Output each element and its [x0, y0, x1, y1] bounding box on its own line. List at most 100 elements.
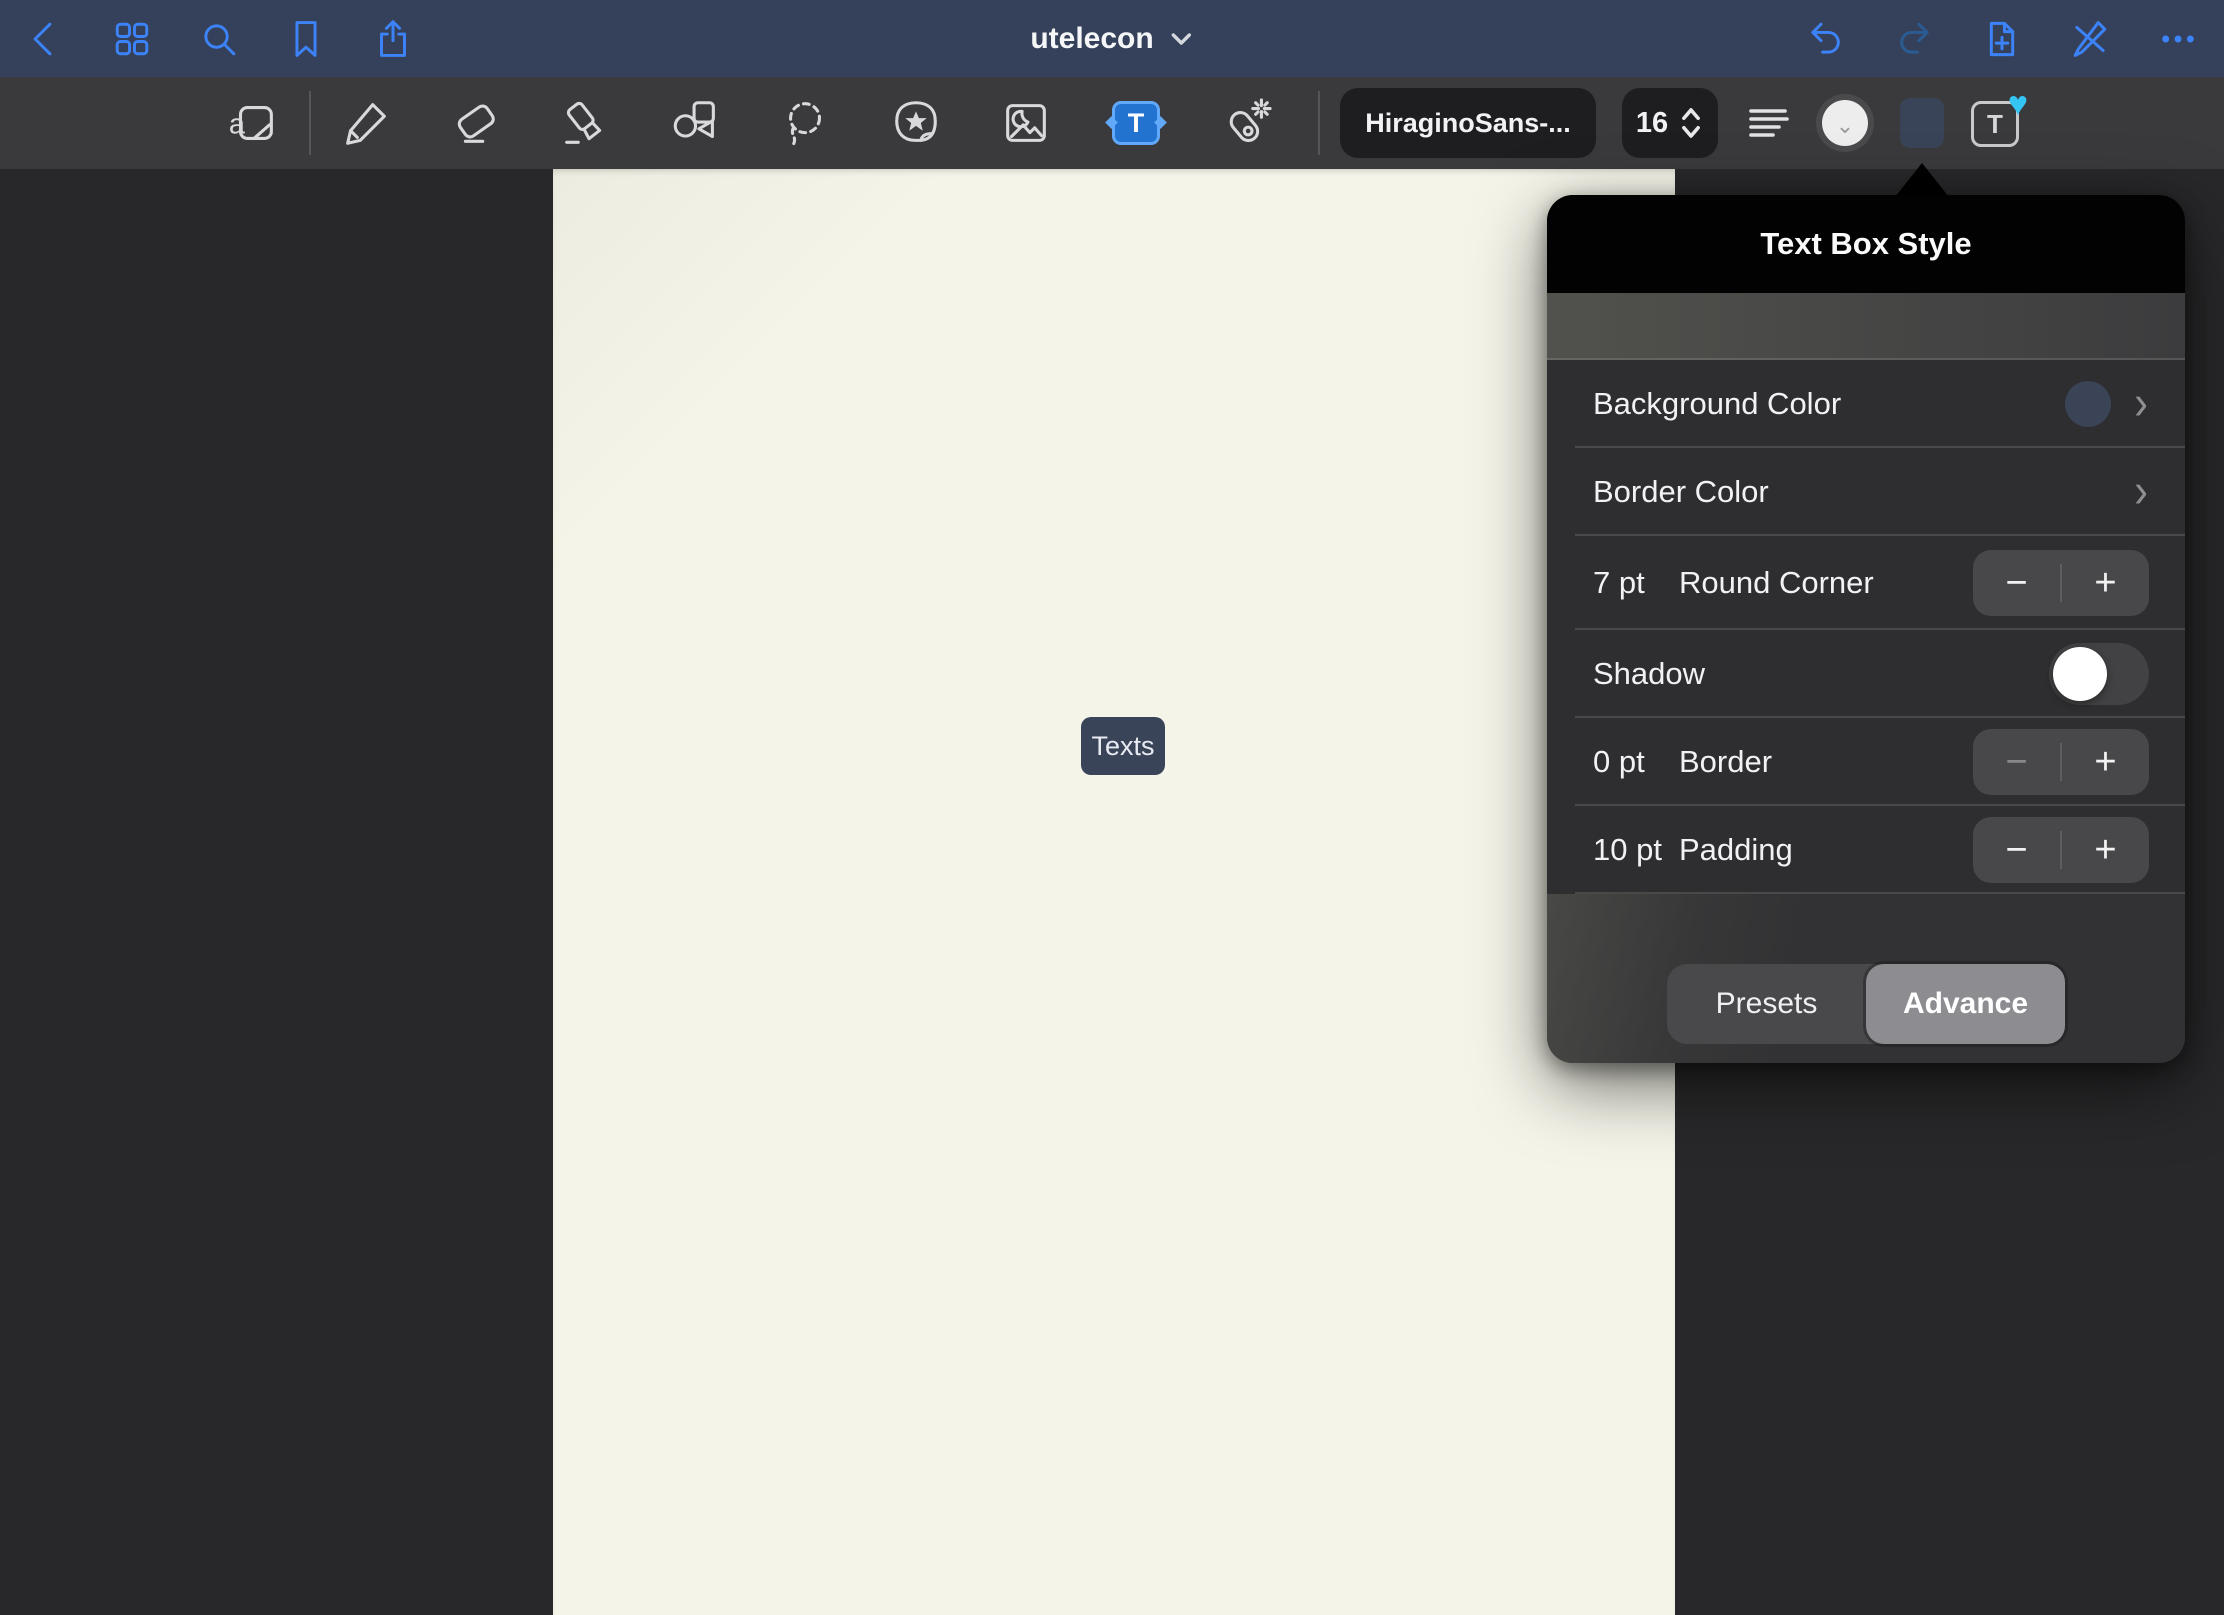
text-options-group: HiraginoSans-... 16 ⌄ T ♥	[1340, 77, 2022, 169]
back-button[interactable]	[22, 16, 68, 62]
lasso-tool-button[interactable]	[778, 93, 834, 153]
nav-right-group	[1803, 0, 2201, 77]
goodnotes-app: utelecon	[0, 0, 2224, 1615]
pen-tool-button[interactable]	[338, 93, 394, 153]
document-title-button[interactable]: utelecon	[1030, 0, 1193, 77]
font-color-swatch: ⌄	[1822, 100, 1868, 146]
image-tool-button[interactable]	[998, 93, 1054, 153]
more-options-button[interactable]	[2155, 16, 2201, 62]
back-chevron-icon	[22, 16, 68, 62]
textbox-style-button[interactable]: T ♥	[1970, 95, 2022, 151]
textbox-color-swatch-button[interactable]	[1900, 98, 1944, 148]
toggle-knob	[2053, 647, 2107, 701]
popover-header: Text Box Style	[1547, 195, 2185, 293]
row-padding: 10 pt Padding − +	[1547, 806, 2185, 894]
shapes-icon	[669, 96, 723, 150]
svg-text:a: a	[229, 109, 246, 141]
popover-footer: Presets Advance	[1547, 894, 2185, 1063]
eraser-icon	[449, 96, 503, 150]
advance-button[interactable]: Advance	[1866, 964, 2065, 1044]
notebook-page[interactable]	[553, 169, 1675, 1615]
pen-crossed-icon	[2067, 16, 2113, 62]
sticker-tool-button[interactable]	[888, 93, 944, 153]
grid-icon	[109, 16, 155, 62]
bookmark-button[interactable]	[283, 16, 329, 62]
lasso-icon	[779, 96, 833, 150]
presets-button[interactable]: Presets	[1667, 964, 1866, 1044]
eraser-tool-button[interactable]	[448, 93, 504, 153]
highlighter-icon	[559, 96, 613, 150]
share-button[interactable]	[370, 16, 416, 62]
tools-group: a	[226, 77, 1274, 169]
popover-arrow	[1895, 163, 1949, 197]
document-title: utelecon	[1030, 22, 1153, 56]
round-corner-label: Round Corner	[1679, 565, 1874, 601]
nav-left-group	[22, 0, 416, 77]
font-name-button[interactable]: HiraginoSans-...	[1340, 88, 1596, 158]
thumbnails-button[interactable]	[109, 16, 155, 62]
shadow-toggle[interactable]	[2049, 643, 2149, 705]
border-increase-button[interactable]: +	[2062, 729, 2149, 795]
chevron-right-icon: ›	[2134, 384, 2148, 424]
redo-icon	[1891, 16, 1937, 62]
background-color-label: Background Color	[1593, 386, 1841, 422]
border-width-stepper: − +	[1973, 729, 2149, 795]
border-width-label: Border	[1679, 744, 1772, 780]
chevron-right-icon: ›	[2134, 472, 2148, 512]
popover-title: Text Box Style	[1760, 226, 1971, 262]
padding-value: 10 pt	[1593, 832, 1679, 868]
bookmark-icon	[283, 16, 329, 62]
row-round-corner: 7 pt Round Corner − +	[1547, 536, 2185, 630]
chevron-down-icon	[1170, 29, 1194, 49]
text-tool-selected-box: T	[1112, 101, 1160, 145]
padding-decrease-button[interactable]: −	[1973, 817, 2060, 883]
highlighter-tool-button[interactable]	[558, 93, 614, 153]
share-icon	[370, 16, 416, 62]
editing-mode-button[interactable]: a	[226, 93, 282, 153]
selection-handle-icon	[1105, 116, 1118, 129]
editing-mode-icon: a	[227, 96, 281, 150]
text-align-button[interactable]	[1744, 100, 1790, 146]
padding-label: Padding	[1679, 832, 1793, 868]
round-corner-value: 7 pt	[1593, 565, 1679, 601]
row-background-color[interactable]: Background Color ›	[1547, 360, 2185, 448]
add-page-button[interactable]	[1979, 16, 2025, 62]
row-shadow: Shadow	[1547, 630, 2185, 718]
laser-pointer-button[interactable]	[1218, 93, 1274, 153]
toolbar-separator	[1318, 91, 1320, 155]
text-tool-icon: T	[1128, 108, 1145, 139]
nav-bar: utelecon	[0, 0, 2224, 77]
heart-icon: ♥	[2008, 87, 2028, 121]
popover-preview-band	[1547, 293, 2185, 360]
font-size-stepper[interactable]: 16	[1622, 88, 1718, 158]
up-down-chevrons-icon	[1678, 104, 1704, 142]
undo-button[interactable]	[1803, 16, 1849, 62]
border-color-label: Border Color	[1593, 474, 1769, 510]
round-corner-stepper: − +	[1973, 550, 2149, 616]
border-decrease-button[interactable]: −	[1973, 729, 2060, 795]
selection-handle-icon	[1154, 116, 1167, 129]
stop-editing-button[interactable]	[2067, 16, 2113, 62]
presets-advance-segmented: Presets Advance	[1667, 964, 2065, 1044]
align-left-icon	[1745, 101, 1789, 145]
round-corner-decrease-button[interactable]: −	[1973, 550, 2060, 616]
row-border-width: 0 pt Border − +	[1547, 718, 2185, 806]
text-tool-button[interactable]: T	[1108, 93, 1164, 153]
shapes-tool-button[interactable]	[668, 93, 724, 153]
pen-icon	[339, 96, 393, 150]
sticker-icon	[889, 96, 943, 150]
shadow-label: Shadow	[1593, 656, 1705, 692]
tool-bar: a	[0, 77, 2224, 169]
undo-icon	[1803, 16, 1849, 62]
add-page-icon	[1979, 16, 2025, 62]
row-border-color[interactable]: Border Color ›	[1547, 448, 2185, 536]
ellipsis-icon	[2155, 16, 2201, 62]
round-corner-increase-button[interactable]: +	[2062, 550, 2149, 616]
border-width-value: 0 pt	[1593, 744, 1679, 780]
search-icon	[196, 16, 242, 62]
redo-button[interactable]	[1891, 16, 1937, 62]
canvas-textbox[interactable]: Texts	[1081, 717, 1165, 775]
padding-increase-button[interactable]: +	[2062, 817, 2149, 883]
font-color-button[interactable]: ⌄	[1816, 94, 1874, 152]
search-button[interactable]	[196, 16, 242, 62]
